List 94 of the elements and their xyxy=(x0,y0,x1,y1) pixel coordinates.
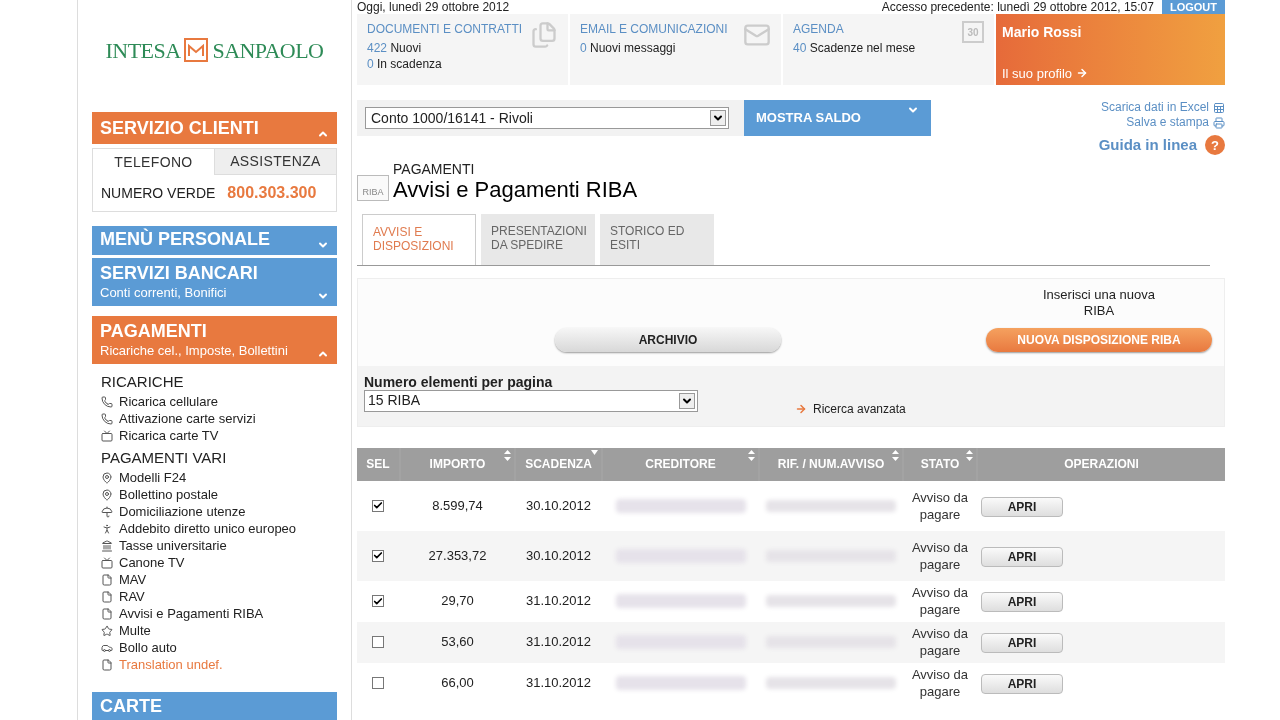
menu-link[interactable]: Domiciliazione utenze xyxy=(119,503,246,520)
tab[interactable]: STORICO ED ESITI xyxy=(600,213,714,265)
due-date-cell-text: 30.10.2012 xyxy=(524,546,593,565)
export-link[interactable]: Scarica dati in Excel xyxy=(1100,100,1225,115)
document-icon xyxy=(101,573,113,586)
open-button[interactable]: APRI xyxy=(981,546,1063,567)
spreadsheet-icon xyxy=(1213,101,1225,114)
amount-cell-text: 8.599,74 xyxy=(431,496,484,515)
person-icon xyxy=(101,522,113,535)
sort-icon xyxy=(504,449,511,461)
account-select[interactable]: Conto 1000/16141 - Rivoli xyxy=(365,107,729,129)
export-link[interactable]: Salva e stampa xyxy=(1126,115,1225,130)
status-cell-text: Avviso da pagare xyxy=(910,625,970,659)
document-icon xyxy=(101,658,113,671)
phone-label: NUMERO VERDE xyxy=(101,183,216,203)
due-date-cell-text: 31.10.2012 xyxy=(524,592,593,611)
tv-icon xyxy=(101,429,113,442)
menu-link[interactable]: Tasse universitarie xyxy=(119,537,227,554)
calendar-icon: 30 xyxy=(962,21,984,43)
document-icon xyxy=(101,590,113,603)
phone-icon xyxy=(101,412,113,425)
tab[interactable]: ASSISTENZA xyxy=(214,149,336,175)
umbrella-icon xyxy=(101,505,113,518)
menu-group-title: PAGAMENTI VARI xyxy=(101,448,228,468)
sort-icon xyxy=(892,449,899,461)
check-icon xyxy=(373,500,383,511)
sort-icon xyxy=(748,449,755,461)
phone-number: 800.303.300 xyxy=(227,183,317,203)
summary-tile[interactable]: EMAIL E COMUNICAZIONI 0 Nuovi messaggi xyxy=(570,14,781,85)
menu-link[interactable]: Canone TV xyxy=(119,554,185,571)
arrow-icon xyxy=(1076,67,1089,80)
open-button[interactable]: APRI xyxy=(981,674,1063,694)
page-title: Avvisi e Pagamenti RIBA xyxy=(393,176,638,203)
amount-cell-text: 66,00 xyxy=(440,674,475,693)
date-text: Oggi, lunedì 29 ottobre 2012 xyxy=(357,0,510,14)
menu-link[interactable]: Multe xyxy=(119,622,151,639)
sort-icon xyxy=(591,449,598,455)
menu-link[interactable]: Bollettino postale xyxy=(119,486,218,503)
row-checkbox[interactable] xyxy=(372,499,384,512)
pin-icon xyxy=(101,488,113,501)
menu-link[interactable]: Avvisi e Pagamenti RIBA xyxy=(119,605,264,622)
menu-link[interactable]: Modelli F24 xyxy=(119,469,187,486)
due-date-cell-text: 30.10.2012 xyxy=(524,496,593,515)
logo-text: SANPAOLO xyxy=(212,36,324,65)
row-checkbox[interactable] xyxy=(372,595,384,607)
check-icon xyxy=(373,550,383,561)
star-icon xyxy=(101,624,113,637)
print-icon xyxy=(1213,116,1225,129)
sort-icon xyxy=(966,449,973,461)
amount-cell-text: 53,60 xyxy=(440,633,475,652)
documents-icon xyxy=(530,21,558,49)
menu-link[interactable]: Ricarica cellulare xyxy=(119,393,218,410)
menu-link[interactable]: RAV xyxy=(119,588,145,605)
last-access-text: Accesso precedente: lunedì 29 ottobre 2012, 15:07 xyxy=(881,0,1154,14)
help-icon: ? xyxy=(1205,135,1225,156)
phone-icon xyxy=(101,395,113,408)
row-checkbox[interactable] xyxy=(372,636,384,648)
open-button[interactable]: APRI xyxy=(981,592,1063,612)
menu-link[interactable]: Bollo auto xyxy=(119,639,177,656)
breadcrumb-text: PAGAMENTI xyxy=(393,160,476,177)
menu-link[interactable]: Addebito diretto unico europeo xyxy=(119,520,297,537)
page-size-label: Numero elementi per pagina xyxy=(364,373,554,390)
pin-icon xyxy=(101,471,113,484)
logo-text: INTESA xyxy=(105,36,181,65)
row-checkbox[interactable] xyxy=(372,677,384,689)
menu-link[interactable]: MAV xyxy=(119,571,147,588)
menu-link[interactable]: Attivazione carte servizi xyxy=(119,410,256,427)
due-date-cell-text: 31.10.2012 xyxy=(524,633,593,652)
page-size-select[interactable]: 15 RIBA xyxy=(364,389,698,412)
menu-link[interactable]: Ricarica carte TV xyxy=(119,427,219,444)
open-button[interactable]: APRI xyxy=(981,496,1063,517)
due-date-cell-text: 31.10.2012 xyxy=(524,674,593,693)
summary-tile[interactable]: AGENDA 40 Scadenze nel mese 30 xyxy=(783,14,994,85)
advanced-search-link[interactable]: Ricerca avanzata xyxy=(795,399,906,418)
riba-document-icon: RIBA xyxy=(357,174,389,201)
open-button[interactable]: APRI xyxy=(981,633,1063,653)
tv-icon xyxy=(101,556,113,569)
tab[interactable]: PRESENTAZIONI DA SPEDIRE xyxy=(481,213,595,265)
arrow-icon xyxy=(795,402,807,415)
status-cell-text: Avviso da pagare xyxy=(910,488,970,523)
status-cell-text: Avviso da pagare xyxy=(910,666,970,700)
document-icon xyxy=(101,607,113,620)
menu-group-title: RICARICHE xyxy=(101,372,185,392)
amount-cell-text: 29,70 xyxy=(440,592,475,611)
logo-icon xyxy=(184,38,209,62)
amount-cell-text: 27.353,72 xyxy=(427,546,488,565)
summary-tile[interactable]: DOCUMENTI E CONTRATTI 422 Nuovi 0 In scadenza xyxy=(357,14,568,85)
row-checkbox[interactable] xyxy=(372,549,384,562)
status-cell-text: Avviso da pagare xyxy=(910,584,970,618)
building-icon xyxy=(101,539,113,552)
status-cell-text: Avviso da pagare xyxy=(910,538,970,573)
check-icon xyxy=(373,595,383,607)
archive-button[interactable]: ARCHIVIO xyxy=(555,327,781,352)
new-riba-hint: Inserisci una nuova RIBA xyxy=(1042,286,1156,319)
